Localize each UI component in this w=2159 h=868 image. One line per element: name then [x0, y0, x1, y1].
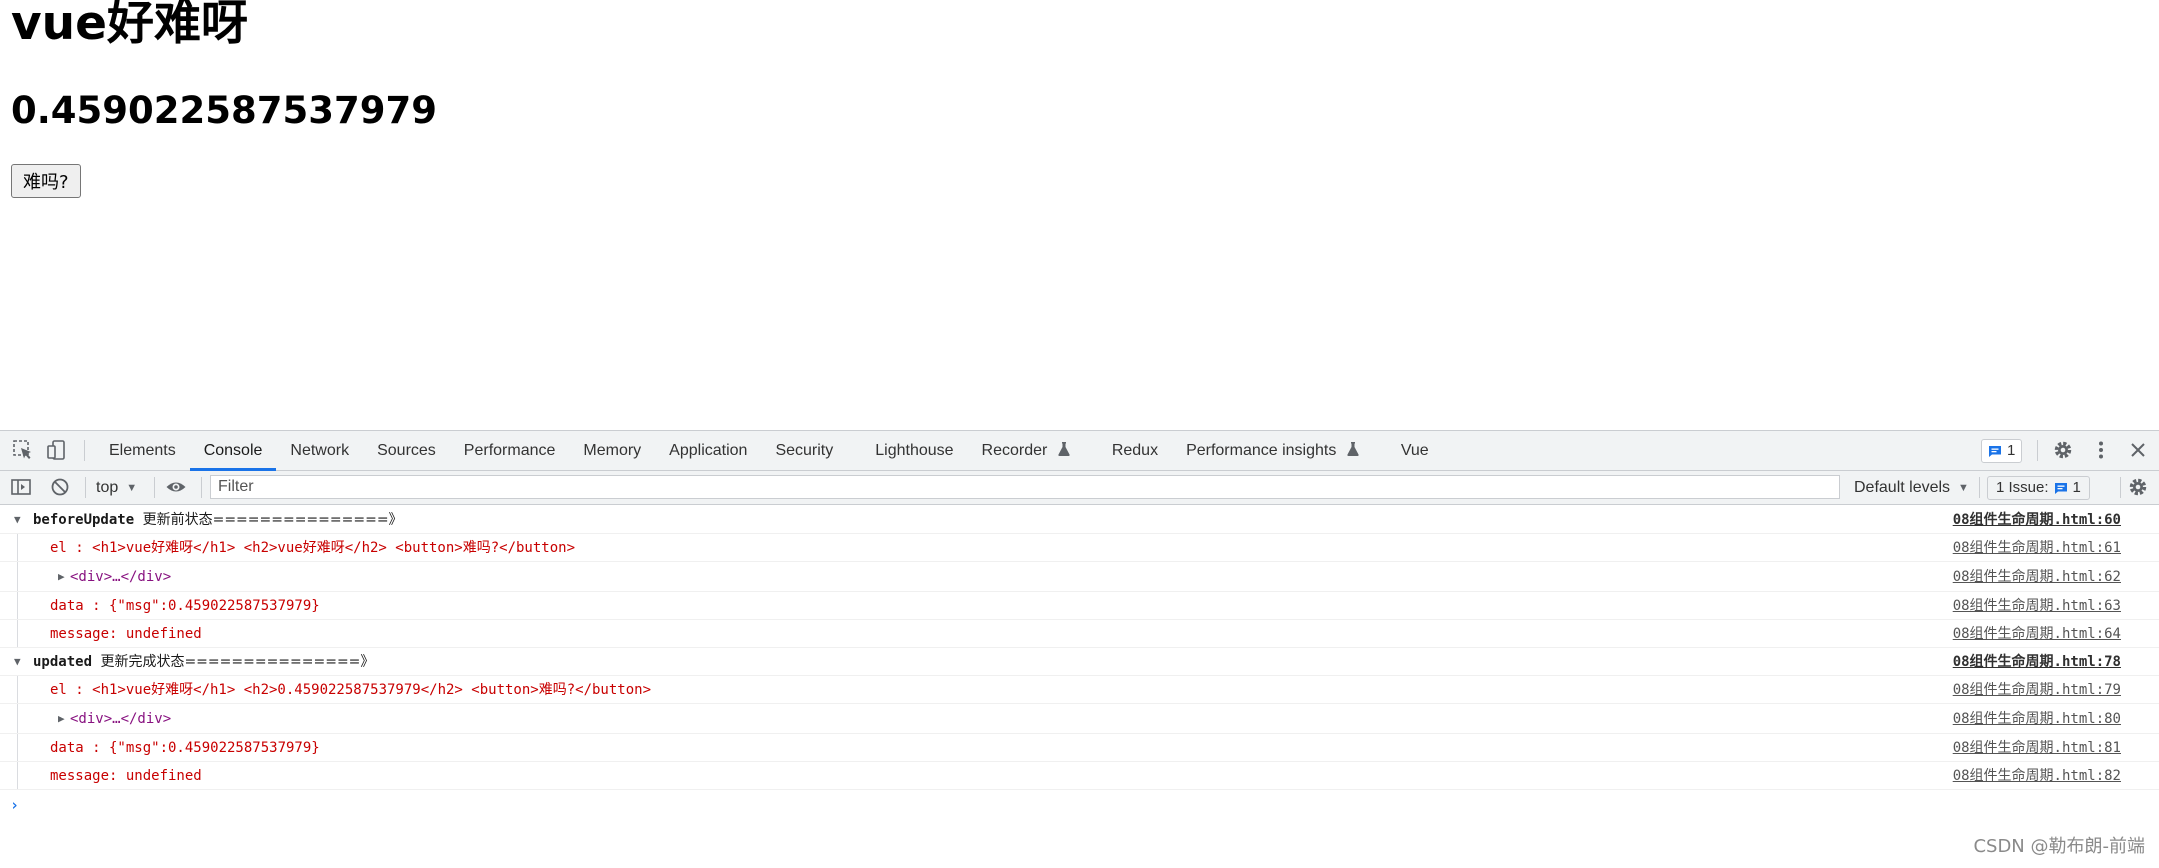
issues-count: 1: [2072, 479, 2081, 496]
toolbar-divider: [84, 440, 85, 461]
settings-gear-icon[interactable]: [2052, 439, 2074, 461]
expanded-triangle-icon[interactable]: ▼: [14, 506, 21, 534]
toolbar-divider: [2120, 477, 2121, 498]
console-group-header[interactable]: ▼ beforeUpdate 更新前状态===============》 08组…: [0, 506, 2159, 534]
toolbar-divider: [2037, 440, 2038, 461]
toolbar-divider: [154, 477, 155, 498]
log-message: message: undefined: [50, 626, 202, 642]
console-source-link[interactable]: 08组件生命周期.html:60: [1953, 506, 2121, 534]
collapsed-triangle-icon[interactable]: ▶: [58, 704, 65, 734]
log-message: data : {"msg":0.459022587537979}: [50, 740, 320, 756]
hard-question-button[interactable]: 难吗?: [11, 164, 81, 198]
tab-performance-insights[interactable]: Performance insights: [1172, 431, 1387, 470]
expanded-triangle-icon[interactable]: ▼: [14, 648, 21, 676]
tab-memory[interactable]: Memory: [569, 431, 655, 470]
log-levels-dropdown[interactable]: Default levels ▼: [1854, 471, 1969, 504]
console-filter-input[interactable]: [210, 475, 1840, 499]
issues-label: 1 Issue:: [1996, 479, 2049, 496]
execution-context-label: top: [96, 479, 119, 496]
console-prompt[interactable]: ›: [10, 796, 19, 814]
console-tree-row[interactable]: ▶ <div>…</div> 08组件生命周期.html:80: [0, 704, 2159, 734]
log-message: data : {"msg":0.459022587537979}: [50, 598, 320, 614]
random-value-heading: 0.459022587537979: [11, 89, 437, 132]
tab-network[interactable]: Network: [276, 431, 363, 470]
experiment-flask-icon: [1347, 442, 1359, 456]
console-log-row: message: undefined 08组件生命周期.html:64: [0, 620, 2159, 648]
console-source-link[interactable]: 08组件生命周期.html:79: [1953, 676, 2121, 704]
devtools-tab-bar: Elements Console Network Sources Perform…: [0, 431, 2159, 471]
experiment-flask-icon: [1058, 442, 1070, 456]
group-hook-name: updated: [33, 654, 93, 670]
message-icon: [1989, 445, 2001, 457]
issues-badge[interactable]: 1: [1981, 439, 2023, 463]
console-source-link[interactable]: 08组件生命周期.html:64: [1953, 620, 2121, 648]
more-options-icon[interactable]: [2090, 439, 2112, 461]
console-source-link[interactable]: 08组件生命周期.html:78: [1953, 648, 2121, 676]
group-hook-name: beforeUpdate: [33, 512, 135, 528]
tab-application[interactable]: Application: [655, 431, 761, 470]
console-log-row: data : {"msg":0.459022587537979} 08组件生命周…: [0, 592, 2159, 620]
chevron-down-icon: ▼: [1958, 482, 1969, 494]
tab-performance-insights-label: Performance insights: [1186, 442, 1337, 459]
console-source-link[interactable]: 08组件生命周期.html:82: [1953, 762, 2121, 790]
console-filter-bar: top ▼ Default levels ▼ 1 Issue: 1: [0, 471, 2159, 505]
console-source-link[interactable]: 08组件生命周期.html:81: [1953, 734, 2121, 762]
live-expression-eye-icon[interactable]: [165, 476, 187, 498]
page-heading: vue好难呀: [11, 0, 248, 51]
devtools-tabs: Elements Console Network Sources Perform…: [95, 431, 1443, 471]
log-levels-label: Default levels: [1854, 479, 1951, 496]
devtools-panel: Elements Console Network Sources Perform…: [0, 430, 2159, 868]
tab-recorder-label: Recorder: [981, 442, 1048, 459]
tab-vue[interactable]: Vue: [1387, 431, 1443, 470]
close-devtools-icon[interactable]: [2127, 439, 2149, 461]
device-toolbar-icon[interactable]: [46, 439, 68, 461]
console-source-link[interactable]: 08组件生命周期.html:80: [1953, 704, 2121, 734]
toolbar-divider: [201, 477, 202, 498]
log-message: el : <h1>vue好难呀</h1> <h2>vue好难呀</h2> <bu…: [50, 540, 576, 556]
execution-context-selector[interactable]: top ▼: [96, 471, 137, 504]
group-title: 更新完成状态===============》: [100, 654, 375, 670]
console-messages: ▼ beforeUpdate 更新前状态===============》 08组…: [0, 506, 2159, 814]
dom-node-preview[interactable]: <div>…</div>: [70, 704, 171, 734]
tab-elements[interactable]: Elements: [95, 431, 190, 470]
toolbar-divider: [85, 477, 86, 498]
tab-sources[interactable]: Sources: [363, 431, 450, 470]
tab-redux[interactable]: Redux: [1098, 431, 1172, 470]
message-icon: [2054, 482, 2067, 494]
tab-recorder[interactable]: Recorder: [968, 431, 1098, 470]
group-message: updated 更新完成状态===============》: [33, 648, 374, 676]
log-message: el : <h1>vue好难呀</h1> <h2>0.4590225875379…: [50, 682, 652, 698]
console-log-row: message: undefined 08组件生命周期.html:82: [0, 762, 2159, 790]
collapsed-triangle-icon[interactable]: ▶: [58, 562, 65, 592]
issues-badge-count: 1: [2007, 442, 2016, 459]
console-source-link[interactable]: 08组件生命周期.html:63: [1953, 592, 2121, 620]
dom-node-preview[interactable]: <div>…</div>: [70, 562, 171, 592]
log-message: message: undefined: [50, 768, 202, 784]
console-group-header[interactable]: ▼ updated 更新完成状态===============》 08组件生命周…: [0, 648, 2159, 676]
page-viewport: vue好难呀 0.459022587537979 难吗?: [0, 0, 2159, 430]
chevron-down-icon: ▼: [126, 482, 138, 494]
console-log-row: el : <h1>vue好难呀</h1> <h2>vue好难呀</h2> <bu…: [0, 534, 2159, 562]
console-log-row: data : {"msg":0.459022587537979} 08组件生命周…: [0, 734, 2159, 762]
tab-performance[interactable]: Performance: [450, 431, 570, 470]
console-settings-gear-icon[interactable]: [2127, 476, 2149, 498]
console-log-row: el : <h1>vue好难呀</h1> <h2>0.4590225875379…: [0, 676, 2159, 704]
csdn-watermark: CSDN @勒布朗-前端: [1973, 836, 2145, 857]
toolbar-divider: [1979, 477, 1980, 498]
issues-counter-button[interactable]: 1 Issue: 1: [1987, 476, 2090, 500]
console-source-link[interactable]: 08组件生命周期.html:61: [1953, 534, 2121, 562]
tab-security[interactable]: Security: [761, 431, 861, 470]
group-title: 更新前状态===============》: [142, 512, 403, 528]
console-tree-row[interactable]: ▶ <div>…</div> 08组件生命周期.html:62: [0, 562, 2159, 592]
clear-console-icon[interactable]: [49, 476, 71, 498]
tab-lighthouse[interactable]: Lighthouse: [861, 431, 967, 470]
console-source-link[interactable]: 08组件生命周期.html:62: [1953, 562, 2121, 592]
tab-console[interactable]: Console: [189, 431, 277, 471]
inspect-element-icon[interactable]: [12, 439, 34, 461]
show-sidebar-icon[interactable]: [10, 476, 32, 498]
group-message: beforeUpdate 更新前状态===============》: [33, 506, 403, 534]
